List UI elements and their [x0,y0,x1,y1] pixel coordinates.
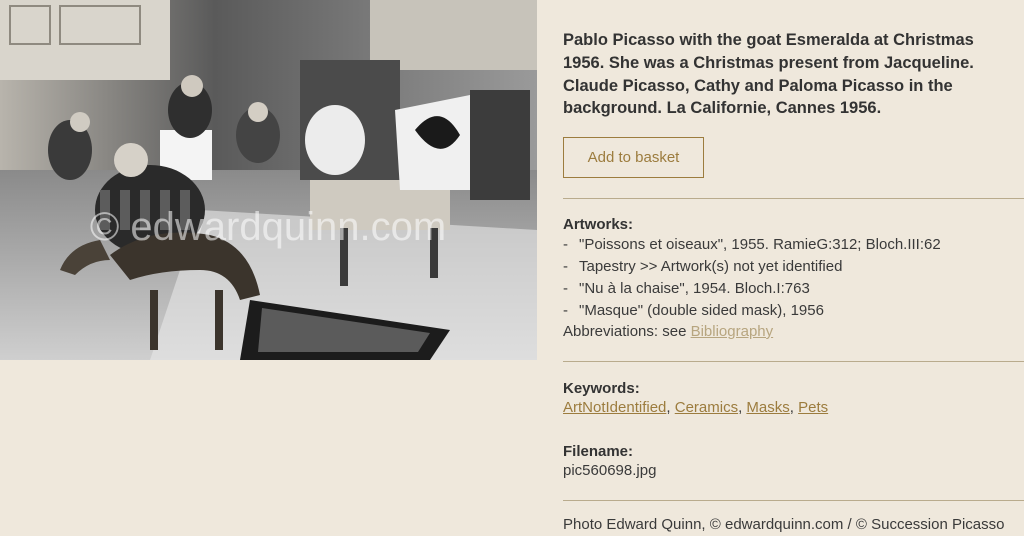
artwork-item: - Tapestry >> Artwork(s) not yet identifi… [563,256,1024,278]
filename-heading: Filename: [563,443,634,460]
keywords-heading: Keywords: [563,380,640,397]
keyword-separator: , [789,399,799,416]
divider [563,361,1024,362]
artwork-item: - "Poissons et oiseaux", 1955. RamieG:312… [563,234,1024,256]
artwork-item: - "Nu à la chaise", 1954. Bloch.I:763 [563,278,1024,300]
artworks-list: - "Poissons et oiseaux", 1955. RamieG:312… [563,234,1024,322]
list-dash: - [563,236,568,253]
keyword-link-masks[interactable]: Masks [746,399,789,416]
artwork-text: "Poissons et oiseaux", 1955. RamieG:312;… [579,236,941,253]
keyword-link-pets[interactable]: Pets [798,399,828,416]
list-dash: - [563,258,568,275]
keyword-separator: , [666,399,675,416]
artwork-text: "Masque" (double sided mask), 1956 [579,302,824,319]
abbreviations-note: Abbreviations: see Bibliography [563,323,773,340]
artwork-text: Tapestry >> Artwork(s) not yet identifie… [579,258,843,275]
photo-watermark: © edwardquinn.com [90,205,446,249]
divider [563,500,1024,501]
keyword-link-ceramics[interactable]: Ceramics [675,399,738,416]
photo-image: © edwardquinn.com [0,0,537,360]
photo-credit: Photo Edward Quinn, © edwardquinn.com / … [563,516,1005,533]
list-dash: - [563,280,568,297]
artwork-text: "Nu à la chaise", 1954. Bloch.I:763 [579,280,810,297]
artworks-heading: Artworks: [563,216,634,233]
photo-caption: Pablo Picasso with the goat Esmeralda at… [563,31,974,118]
keyword-link-artnotidentified[interactable]: ArtNotIdentified [563,399,666,416]
abbreviations-prefix: Abbreviations: see [563,323,691,340]
filename-value: pic560698.jpg [563,462,657,479]
divider [563,198,1024,199]
bibliography-link[interactable]: Bibliography [691,323,774,340]
artwork-item: - "Masque" (double sided mask), 1956 [563,300,1024,322]
keywords-list: ArtNotIdentified, Ceramics, Masks, Pets [563,399,828,416]
artwork-photo[interactable]: © edwardquinn.com [0,0,537,360]
photo-info-panel: Pablo Picasso with the goat Esmeralda at… [563,0,1024,536]
list-dash: - [563,302,568,319]
add-to-basket-button[interactable]: Add to basket [563,137,704,178]
